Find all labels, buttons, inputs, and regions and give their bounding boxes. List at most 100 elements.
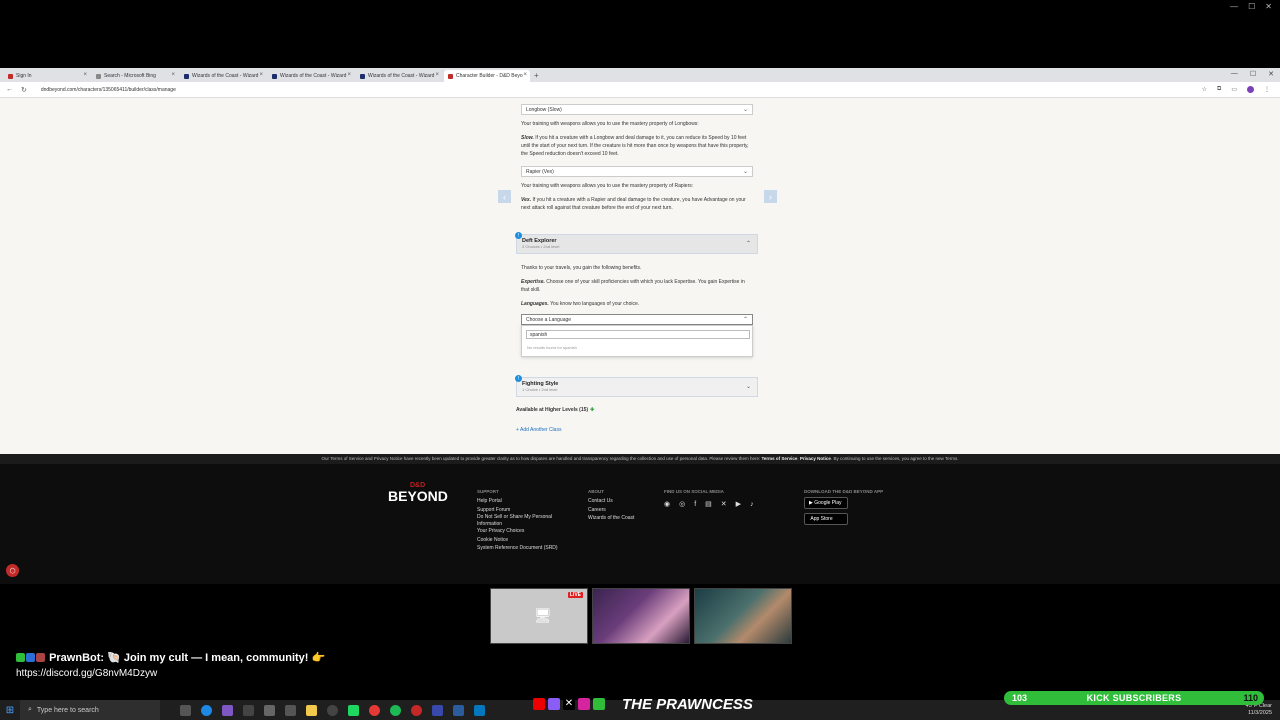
terms-link[interactable]: Terms of Service [761,456,797,461]
minimize-icon[interactable]: — [1231,70,1238,78]
next-arrow-button[interactable]: › [764,190,777,203]
app-store-button[interactable]: App Store [804,512,848,525]
tiktok-icon[interactable]: ♪ [750,499,754,511]
app-icon[interactable] [222,704,233,716]
close-tab-icon[interactable]: × [435,72,439,78]
close-tab-icon[interactable]: × [259,72,263,78]
app-icon[interactable] [432,704,443,716]
app-icon[interactable] [348,704,359,716]
app-icon[interactable] [411,704,422,716]
prev-arrow-button[interactable]: ‹ [498,190,511,203]
chrome-icon[interactable] [369,704,380,716]
app-icon[interactable] [243,704,254,716]
google-play-button[interactable]: ▶ Google Play [804,496,848,509]
footer-link[interactable]: Do Not Sell or Share My Personal Informa… [477,514,567,527]
facebook-icon[interactable]: f [694,499,696,511]
clock-date: 11/3/2025 [1247,710,1272,716]
browser-tab[interactable]: Wizards of the Coast - Wizard × [268,70,354,82]
url-field[interactable]: dndbeyond.com/characters/135065411/build… [41,87,176,93]
obs-icon[interactable] [327,704,338,716]
close-icon[interactable]: ✕ [1265,2,1272,11]
feature-term: Languages. [521,301,549,307]
windows-start-icon[interactable]: ⊞ [0,705,20,716]
available-higher-levels[interactable]: Available at Higher Levels (15) ✚ [516,407,594,413]
privacy-link[interactable]: Privacy Notice [800,456,831,461]
stream-brand: THE PRAWNCESS [622,696,753,713]
footer-link[interactable]: Help Portal [477,497,567,506]
language-search-input[interactable]: spanish [526,330,750,339]
menu-icon[interactable]: ⋮ [1264,86,1270,93]
maximize-icon[interactable]: ☐ [1250,70,1256,78]
host-window-controls: — ☐ ✕ [1230,2,1272,11]
support-heading: SUPPORT [477,489,499,494]
footer-link[interactable]: Contact Us [588,497,658,506]
file-explorer-icon[interactable] [306,704,317,716]
google-play-icon: ▶ [809,499,813,506]
footer-link[interactable]: Careers [588,506,658,515]
footer-link[interactable]: System Reference Document (SRD) [477,545,567,552]
dnd-beyond-logo[interactable]: D&D BEYOND [388,482,448,504]
about-heading: ABOUT [588,489,604,494]
taskbar-search[interactable]: ⌕ Type here to search [20,700,160,720]
extensions-icon[interactable]: ⧉ [1217,86,1221,93]
instagram-icon[interactable]: ◎ [679,499,685,511]
app-icon[interactable] [285,704,296,716]
plus-icon: ✚ [590,407,595,413]
dice-roller-icon[interactable]: ⬡ [6,564,19,577]
footer-link[interactable]: Wizards of the Coast [588,514,658,523]
language-select[interactable]: Choose a Language ⌃ [521,314,753,325]
feature-fighting-style[interactable]: Fighting Style 1 Choice • 2nd level ⌄ [516,377,758,397]
alert-badge: ! [515,232,522,239]
maximize-icon[interactable]: ☐ [1248,2,1255,11]
add-class-link[interactable]: + Add Another Class [516,427,561,433]
close-icon[interactable]: ✕ [1268,70,1274,78]
chevron-up-icon: ⌃ [745,241,751,247]
task-view-icon[interactable] [180,704,191,716]
weapon-mastery-select[interactable]: Rapier (Vex) ⌄ [521,166,753,177]
notice-text-end: . By continuing to use the services, you… [830,456,959,461]
close-tab-icon[interactable]: × [171,72,175,78]
twitch-icon[interactable]: ▤ [705,499,712,511]
footer-link[interactable]: Your Privacy Choices [477,527,567,536]
close-tab-icon[interactable]: × [347,72,351,78]
footer-link[interactable]: Cookie Notice [477,536,567,545]
footer-link[interactable]: Support Forum [477,506,567,515]
rapier-intro: Your training with weapons allows you to… [521,183,694,189]
weapon-mastery-select[interactable]: Longbow (Slow) ⌄ [521,104,753,115]
close-tab-icon[interactable]: × [83,72,87,78]
youtube-icon[interactable]: ▶ [736,499,741,511]
browser-tab-active[interactable]: Character Builder - D&D Beyo × [444,70,530,82]
feature-deft-explorer[interactable]: Deft Explorer 3 Choices • 2nd level ⌃ [516,234,758,254]
tab-title: Sign In [16,73,32,79]
edge-icon[interactable] [201,704,212,716]
back-icon[interactable]: ← [6,86,13,93]
discord-icon[interactable]: ◉ [664,499,670,511]
webcam-screen-share: LIVE 🖥 [490,588,588,644]
sub-label: KICK SUBSCRIBERS [1086,693,1182,703]
browser-tab[interactable]: Sign In × [4,70,90,82]
system-tray[interactable]: 45°F Clear 11/3/2025 [1246,703,1272,717]
sidebar-icon[interactable]: ▭ [1231,86,1237,93]
app-icon[interactable] [264,704,275,716]
select-value: Choose a Language [526,317,572,323]
spotify-icon[interactable] [390,704,401,716]
browser-tab[interactable]: Wizards of the Coast - Wizard × [180,70,266,82]
expertise-description: Expertise. Choose one of your skill prof… [521,278,753,294]
app-icon[interactable] [474,704,485,716]
minimize-icon[interactable]: — [1230,2,1238,11]
steam-icon[interactable] [453,704,464,716]
kick-icon [16,653,25,662]
close-tab-icon[interactable]: × [523,72,527,78]
reload-icon[interactable]: ↻ [21,86,27,94]
browser-tab[interactable]: Wizards of the Coast - Wizard × [356,70,442,82]
star-icon[interactable]: ☆ [1202,86,1207,93]
new-tab-icon[interactable]: + [534,70,539,82]
browser-window: Sign In × Search - Microsoft Bing × Wizard… [0,68,1280,584]
feature-text: Choose one of your skill proficiencies w… [521,279,745,293]
mod-icon [26,653,35,662]
browser-window-controls: — ☐ ✕ [1231,70,1274,78]
x-icon[interactable]: ✕ [721,499,727,511]
profile-avatar[interactable] [1247,86,1254,93]
browser-tab[interactable]: Search - Microsoft Bing × [92,70,178,82]
language-dropdown: spanish No results found for spanish [521,325,753,357]
